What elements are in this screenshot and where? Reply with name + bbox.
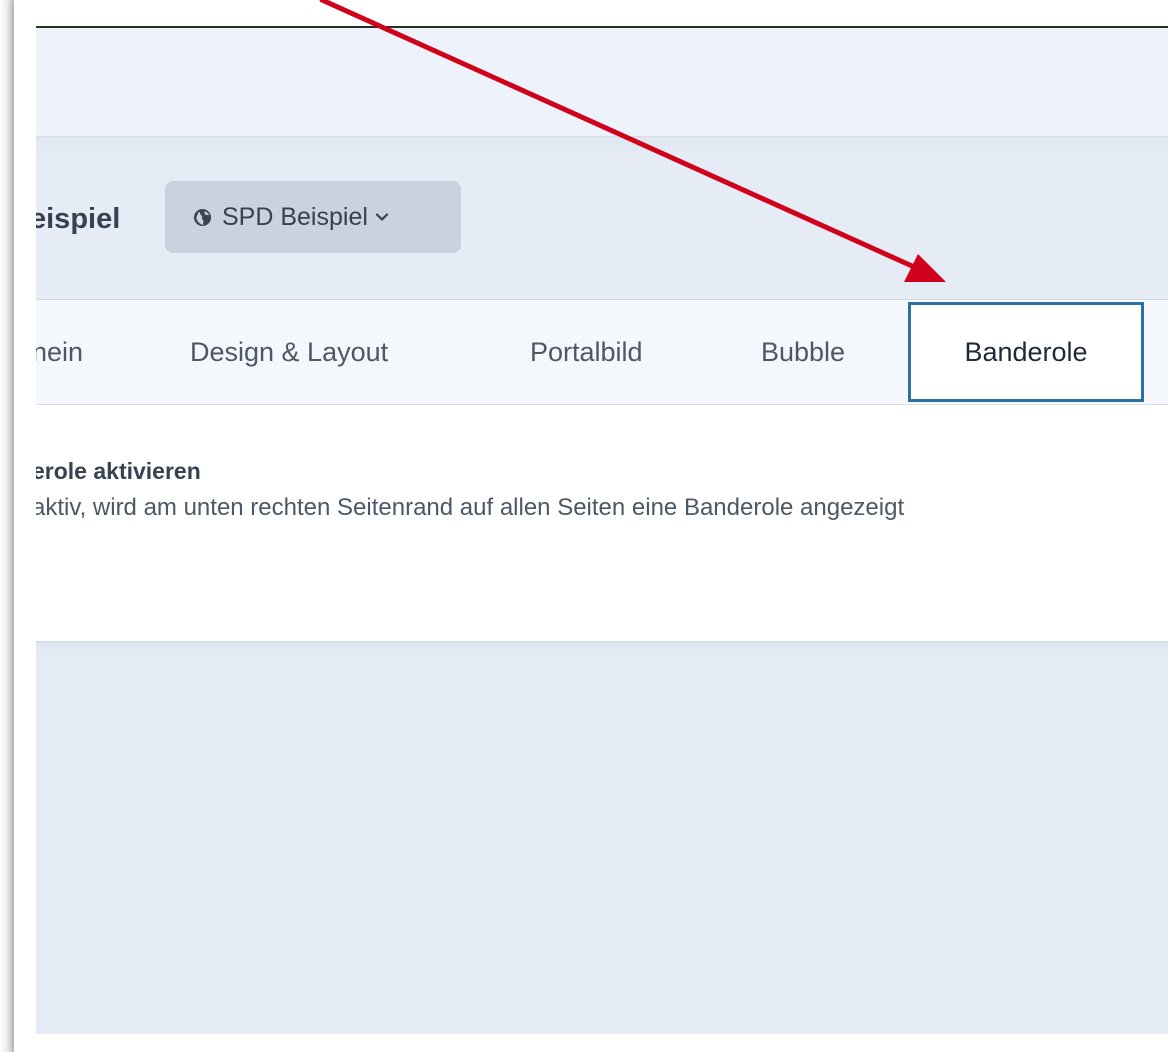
screenshot-canvas: eispiel SPD Beispiel nein Design & Layou… <box>0 0 1168 1052</box>
tab-label: Portalbild <box>530 336 643 367</box>
site-select-button[interactable]: SPD Beispiel <box>165 181 461 253</box>
tab-portalbild[interactable]: Portalbild <box>530 300 643 404</box>
tab-banderole[interactable]: Banderole <box>908 302 1144 402</box>
page-title: eispiel <box>36 203 121 235</box>
tab-label: Bubble <box>761 336 846 367</box>
globe-icon <box>193 208 212 226</box>
page-content: eispiel SPD Beispiel nein Design & Layou… <box>36 26 1168 1034</box>
chevron-down-icon <box>375 213 389 221</box>
settings-tabs: nein Design & Layout Portalbild Bubble B… <box>36 300 1168 405</box>
browser-window: eispiel SPD Beispiel nein Design & Layou… <box>14 0 1168 1052</box>
top-bar <box>36 28 1168 137</box>
tab-label: Banderole <box>964 336 1088 367</box>
setting-title: erole aktivieren <box>36 458 201 484</box>
tab-label: Design & Layout <box>190 336 389 367</box>
footer-panel <box>36 641 1168 1034</box>
tab-bubble[interactable]: Bubble <box>761 300 845 404</box>
site-select-label: SPD Beispiel <box>222 202 368 231</box>
page-header: eispiel SPD Beispiel <box>36 137 1168 300</box>
tab-design-layout[interactable]: Design & Layout <box>190 300 388 404</box>
window-shadow-edge <box>0 0 14 1052</box>
tab-label: nein <box>36 336 84 367</box>
tab-allgemein[interactable]: nein <box>36 300 83 404</box>
tab-content: erole aktivieren aktiv, wird am unten re… <box>36 405 1168 641</box>
setting-description: aktiv, wird am unten rechten Seitenrand … <box>36 494 905 521</box>
